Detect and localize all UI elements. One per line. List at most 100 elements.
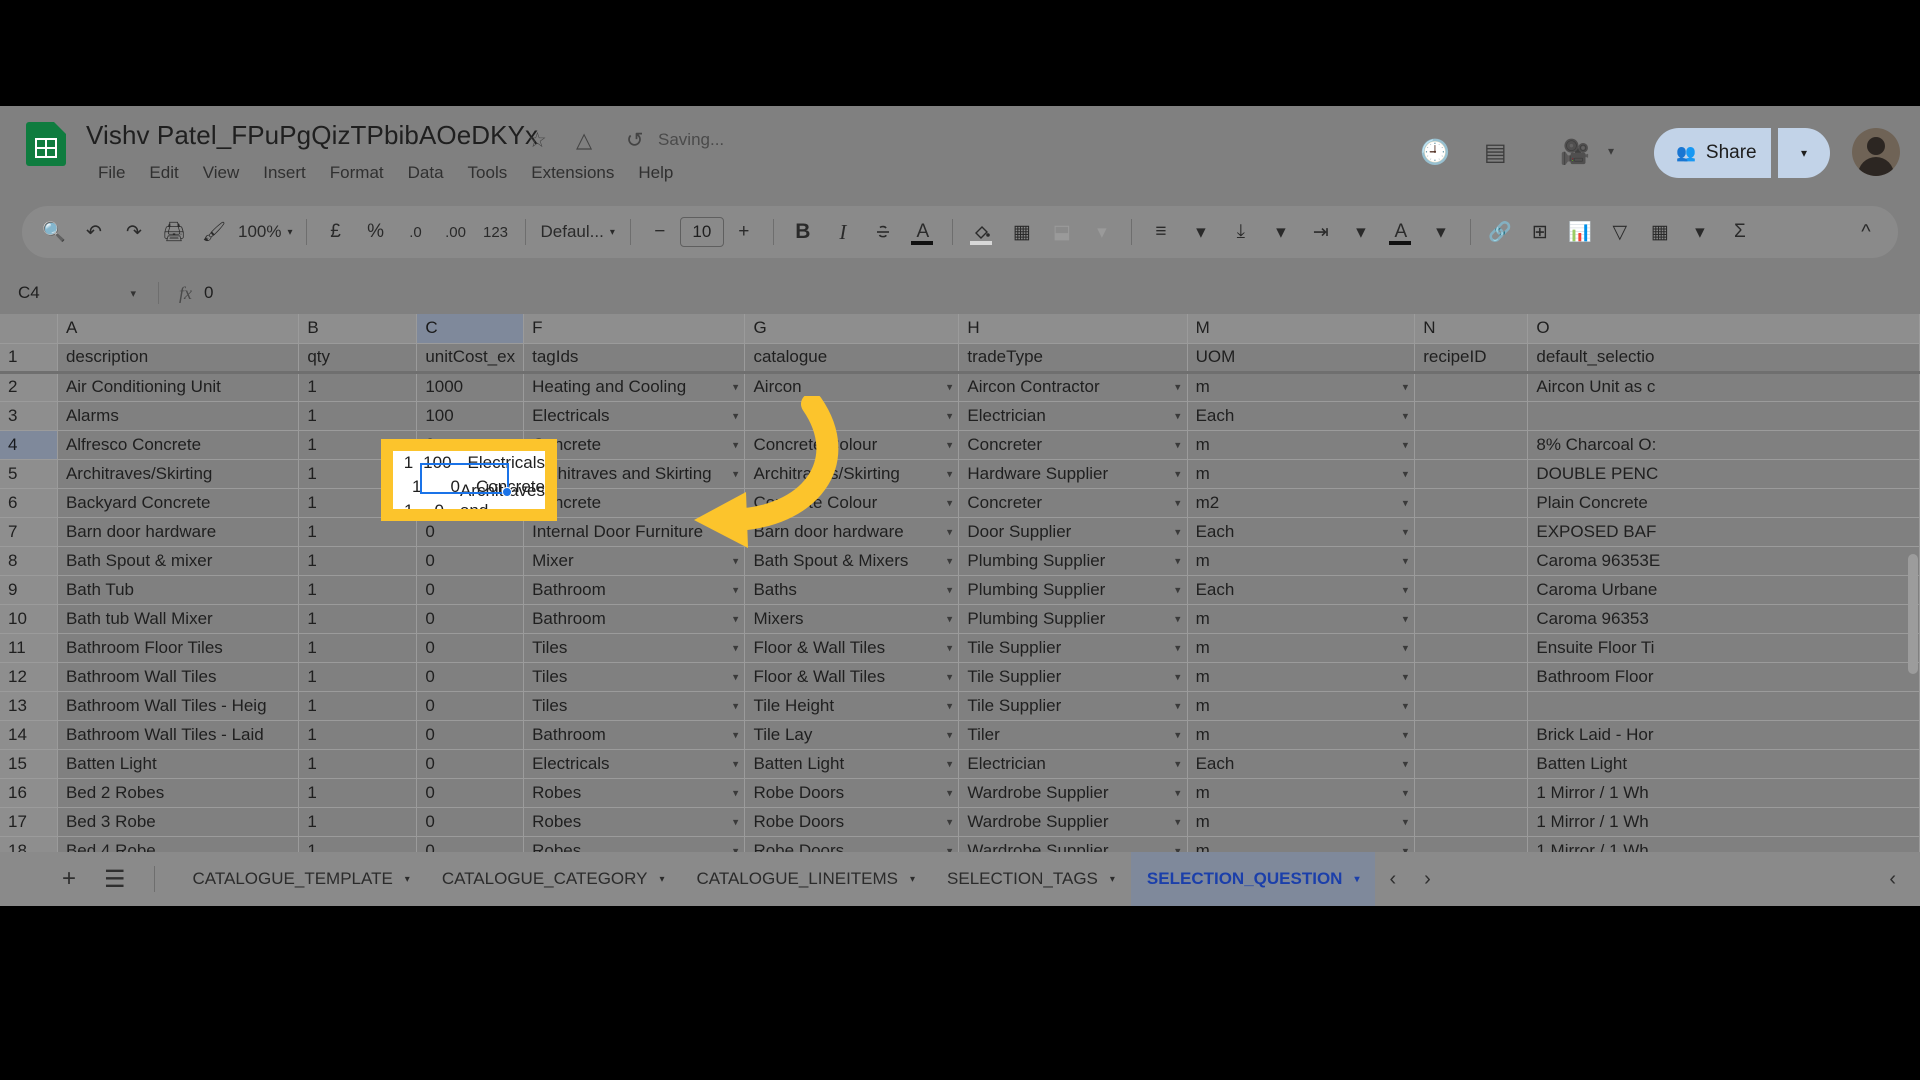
chevron-down-icon[interactable]: ▾ [947, 525, 953, 538]
chevron-down-icon[interactable]: ▾ [733, 699, 739, 712]
vertical-align-icon[interactable]: ⤓ [1221, 212, 1261, 252]
all-sheets-icon[interactable]: ☰ [104, 865, 126, 894]
cell-recipeid-17[interactable] [1414, 807, 1529, 837]
menu-data[interactable]: Data [396, 158, 456, 188]
cell-c1[interactable]: unitCost_ex [416, 343, 525, 374]
cell-recipeid-12[interactable] [1414, 662, 1529, 692]
cell-qty-2[interactable]: 1 [298, 372, 418, 402]
cell-qty-13[interactable]: 1 [298, 691, 418, 721]
cell-tradetype-7[interactable]: Door Supplier ▾ [958, 517, 1188, 547]
cell-tagids-16[interactable]: Robes ▾ [523, 778, 746, 808]
borders-icon[interactable]: ▦ [1002, 212, 1042, 252]
row-header-4[interactable]: 4 [0, 430, 58, 460]
column-header-n[interactable]: N [1414, 314, 1529, 344]
row-header-13[interactable]: 13 [0, 691, 58, 721]
cell-description-11[interactable]: Bathroom Floor Tiles [57, 633, 300, 663]
cell-qty-16[interactable]: 1 [298, 778, 418, 808]
chevron-down-icon[interactable]: ▾ [947, 554, 953, 567]
meet-caret-icon[interactable]: ▾ [1608, 144, 1614, 158]
cell-description-3[interactable]: Alarms [57, 401, 300, 431]
chevron-down-icon[interactable]: ▾ [1175, 496, 1181, 509]
row-header-8[interactable]: 8 [0, 546, 58, 576]
cell-unitcost-13[interactable]: 0 [416, 691, 525, 721]
cell-description-13[interactable]: Bathroom Wall Tiles - Heig [57, 691, 300, 721]
cell-recipeid-8[interactable] [1414, 546, 1529, 576]
table-row[interactable]: 9 Bath Tub 1 0 Bathroom ▾ Baths ▾ Plumbing Suppl… [0, 575, 1920, 605]
cell-uom-2[interactable]: m ▾ [1187, 372, 1416, 402]
cell-qty-10[interactable]: 1 [298, 604, 418, 634]
cell-uom-12[interactable]: m ▾ [1187, 662, 1416, 692]
cell-description-10[interactable]: Bath tub Wall Mixer [57, 604, 300, 634]
cell-catalogue-12[interactable]: Floor & Wall Tiles ▾ [744, 662, 960, 692]
cell-qty-17[interactable]: 1 [298, 807, 418, 837]
cell-unitcost-9[interactable]: 0 [416, 575, 525, 605]
cell-defaultselection-6[interactable]: Plain Concrete [1527, 488, 1920, 518]
cell-tagids-12[interactable]: Tiles ▾ [523, 662, 746, 692]
table-row[interactable]: 6Backyard Concrete10Concrete▾Concrete Co… [0, 488, 1920, 518]
cell-unitcost-2[interactable]: 1000 [416, 372, 525, 402]
cell-recipeid-16[interactable] [1414, 778, 1529, 808]
cell-tradetype-15[interactable]: Electrician ▾ [958, 749, 1188, 779]
column-header-a[interactable]: A [57, 314, 300, 344]
chevron-down-icon[interactable]: ▾ [947, 728, 953, 741]
cell-recipeid-3[interactable] [1414, 401, 1529, 431]
cell-unitcost-14[interactable]: 0 [416, 720, 525, 750]
menu-tools[interactable]: Tools [456, 158, 520, 188]
cell-tradetype-3[interactable]: Electrician ▾ [958, 401, 1188, 431]
cell-uom-10[interactable]: m ▾ [1187, 604, 1416, 634]
bold-icon[interactable]: B [783, 212, 823, 252]
cell-tagids-10[interactable]: Bathroom ▾ [523, 604, 746, 634]
cell-catalogue-16[interactable]: Robe Doors ▾ [744, 778, 960, 808]
chevron-down-icon[interactable]: ▾ [947, 699, 953, 712]
table-row[interactable]: 5Architraves/Skirting10Architraves and S… [0, 459, 1920, 489]
menu-view[interactable]: View [191, 158, 252, 188]
text-color-icon[interactable]: A [903, 212, 943, 252]
cell-tradetype-2[interactable]: Aircon Contractor ▾ [958, 372, 1188, 402]
menu-insert[interactable]: Insert [251, 158, 318, 188]
chevron-down-icon[interactable]: ▾ [947, 467, 953, 480]
chevron-down-icon[interactable]: ▾ [1175, 438, 1181, 451]
column-header-h[interactable]: H [958, 314, 1188, 344]
halign-caret-icon[interactable]: ▾ [1181, 212, 1221, 252]
cell-description-9[interactable]: Bath Tub [57, 575, 300, 605]
cell-description-15[interactable]: Batten Light [57, 749, 300, 779]
cell-uom-13[interactable]: m ▾ [1187, 691, 1416, 721]
open-version-history-icon[interactable]: 🕘 [1420, 138, 1450, 167]
chevron-down-icon[interactable]: ▾ [1403, 467, 1409, 480]
cell-description-14[interactable]: Bathroom Wall Tiles - Laid [57, 720, 300, 750]
row-header-1[interactable]: 1 [0, 343, 58, 374]
cell-tradetype-17[interactable]: Wardrobe Supplier ▾ [958, 807, 1188, 837]
cell-tagids-15[interactable]: Electricals ▾ [523, 749, 746, 779]
prev-sheet-icon[interactable]: ‹ [1375, 868, 1410, 891]
cell-uom-5[interactable]: m ▾ [1187, 459, 1416, 489]
cell-g1[interactable]: catalogue [744, 343, 960, 374]
chevron-down-icon[interactable]: ▾ [1175, 612, 1181, 625]
chevron-down-icon[interactable]: ▾ [1403, 525, 1409, 538]
sheet-tab-catalogue-category[interactable]: CATALOGUE_CATEGORY ▾ [426, 852, 681, 906]
chevron-down-icon[interactable]: ▾ [1403, 554, 1409, 567]
chevron-down-icon[interactable]: ▾ [1175, 554, 1181, 567]
cell-defaultselection-2[interactable]: Aircon Unit as c [1527, 372, 1920, 402]
cell-defaultselection-8[interactable]: Caroma 96353E [1527, 546, 1920, 576]
chevron-down-icon[interactable]: ▾ [1403, 409, 1409, 422]
cell-uom-9[interactable]: Each ▾ [1187, 575, 1416, 605]
table-row[interactable]: 14 Bathroom Wall Tiles - Laid 1 0 Bathroom ▾ T… [0, 720, 1920, 750]
functions-icon[interactable]: ▦ [1640, 212, 1680, 252]
table-row[interactable]: 7 Barn door hardware 1 0 Internal Door Furni… [0, 517, 1920, 547]
add-sheet-icon[interactable]: + [62, 865, 76, 893]
cell-b1[interactable]: qty [298, 343, 418, 374]
chevron-down-icon[interactable]: ▾ [1175, 641, 1181, 654]
chevron-down-icon[interactable]: ▾ [1403, 728, 1409, 741]
cell-uom-14[interactable]: m ▾ [1187, 720, 1416, 750]
chevron-down-icon[interactable]: ▾ [947, 815, 953, 828]
cell-qty-7[interactable]: 1 [298, 517, 418, 547]
cell-defaultselection-16[interactable]: 1 Mirror / 1 Wh [1527, 778, 1920, 808]
sheet-tab-selection-question[interactable]: SELECTION_QUESTION ▾ [1130, 852, 1376, 906]
cell-unitcost-11[interactable]: 0 [416, 633, 525, 663]
cell-qty-9[interactable]: 1 [298, 575, 418, 605]
cell-unitcost-12[interactable]: 0 [416, 662, 525, 692]
decrease-font-size-icon[interactable]: − [640, 212, 680, 252]
cell-tagids-17[interactable]: Robes ▾ [523, 807, 746, 837]
row-header-10[interactable]: 10 [0, 604, 58, 634]
increase-font-size-icon[interactable]: + [724, 212, 764, 252]
